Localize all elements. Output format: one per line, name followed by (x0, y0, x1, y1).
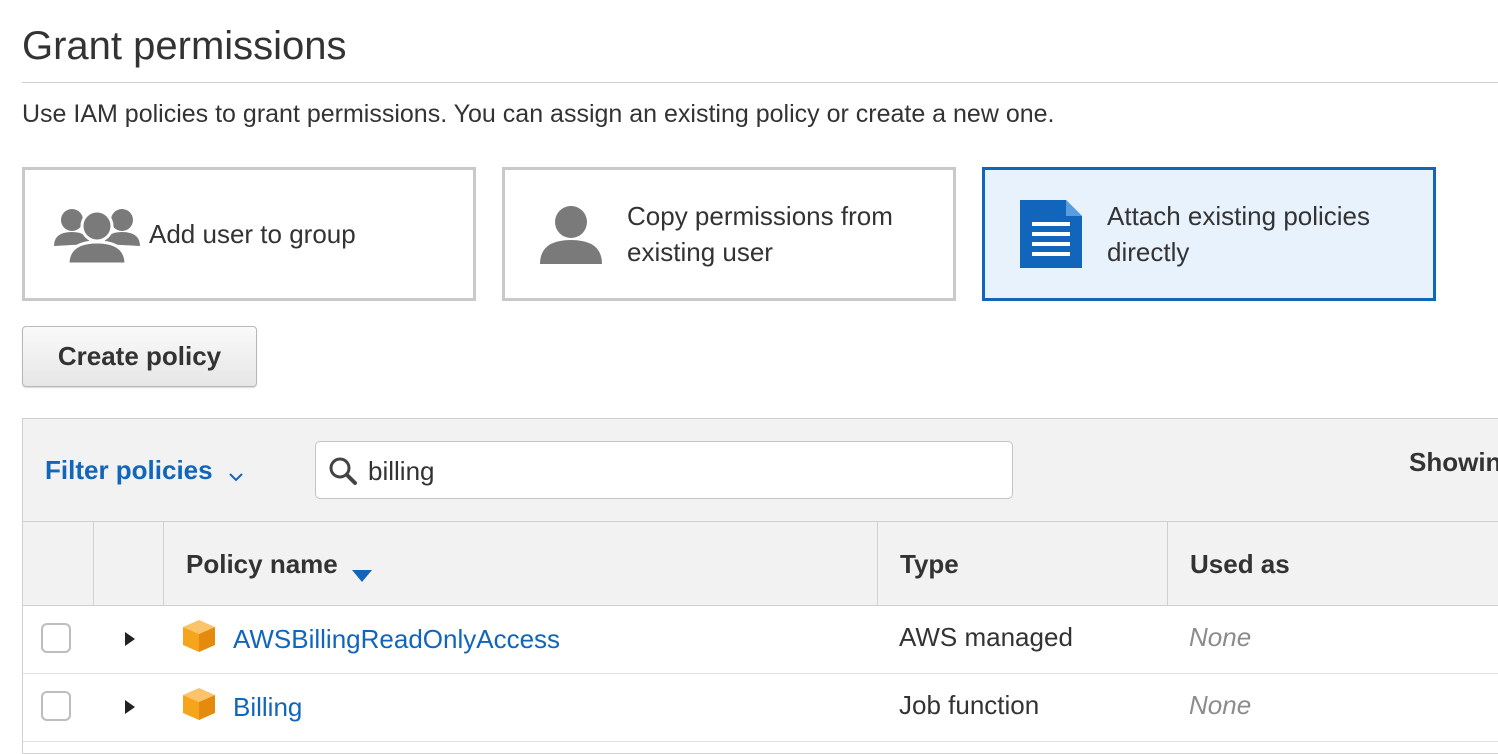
filter-label: Filter policies (45, 455, 213, 485)
document-icon (1019, 199, 1083, 269)
row-checkbox[interactable] (41, 623, 71, 653)
chevron-down-icon (227, 462, 245, 481)
showing-count: Showing (1409, 447, 1498, 477)
option-attach-policies[interactable]: Attach existing policies directly (982, 167, 1436, 301)
caret-right-icon[interactable] (123, 698, 137, 716)
user-icon (539, 202, 603, 266)
option-label: Add user to group (149, 219, 356, 249)
option-copy-permissions[interactable]: Copy permissions from existing user (502, 167, 956, 301)
policy-type: AWS managed (899, 622, 1073, 652)
title-divider (22, 82, 1498, 83)
policy-name-link[interactable]: Billing (233, 692, 302, 723)
search-field[interactable] (315, 441, 1013, 499)
table-row: Billing Job function None (23, 674, 1498, 742)
table-row: AWSBillingReadOnlyAccess AWS managed Non… (23, 606, 1498, 674)
policy-used-as: None (1189, 622, 1252, 652)
users-group-icon (51, 202, 143, 266)
row-checkbox[interactable] (41, 691, 71, 721)
search-input[interactable] (366, 450, 1000, 492)
table-header: Policy name Type Used as (23, 522, 1498, 606)
header-policy-name[interactable]: Policy name (163, 522, 877, 606)
page-title: Grant permissions (22, 24, 347, 68)
policy-name-link[interactable]: AWSBillingReadOnlyAccess (233, 624, 560, 655)
table-toolbar: Filter policies Showing (23, 419, 1498, 522)
sort-descending-icon (351, 558, 372, 582)
filter-policies-dropdown[interactable]: Filter policies (45, 455, 245, 486)
policy-type: Job function (899, 690, 1040, 720)
caret-right-icon[interactable] (123, 630, 137, 648)
page-description: Use IAM policies to grant permissions. Y… (22, 100, 1055, 128)
option-add-user-to-group[interactable]: Add user to group (22, 167, 476, 301)
aws-managed-policy-icon (181, 618, 217, 654)
create-policy-button[interactable]: Create policy (22, 326, 257, 387)
header-type[interactable]: Type (877, 522, 1167, 606)
aws-managed-policy-icon (181, 686, 217, 722)
search-icon (328, 456, 358, 486)
policies-table: Filter policies Showing Policy name (22, 418, 1498, 754)
header-expand-column (93, 522, 163, 606)
policy-used-as: None (1189, 690, 1252, 720)
header-used-as[interactable]: Used as (1167, 522, 1498, 606)
option-label: Copy permissions from existing user (627, 201, 893, 267)
option-label: Attach existing policies directly (1107, 201, 1371, 267)
